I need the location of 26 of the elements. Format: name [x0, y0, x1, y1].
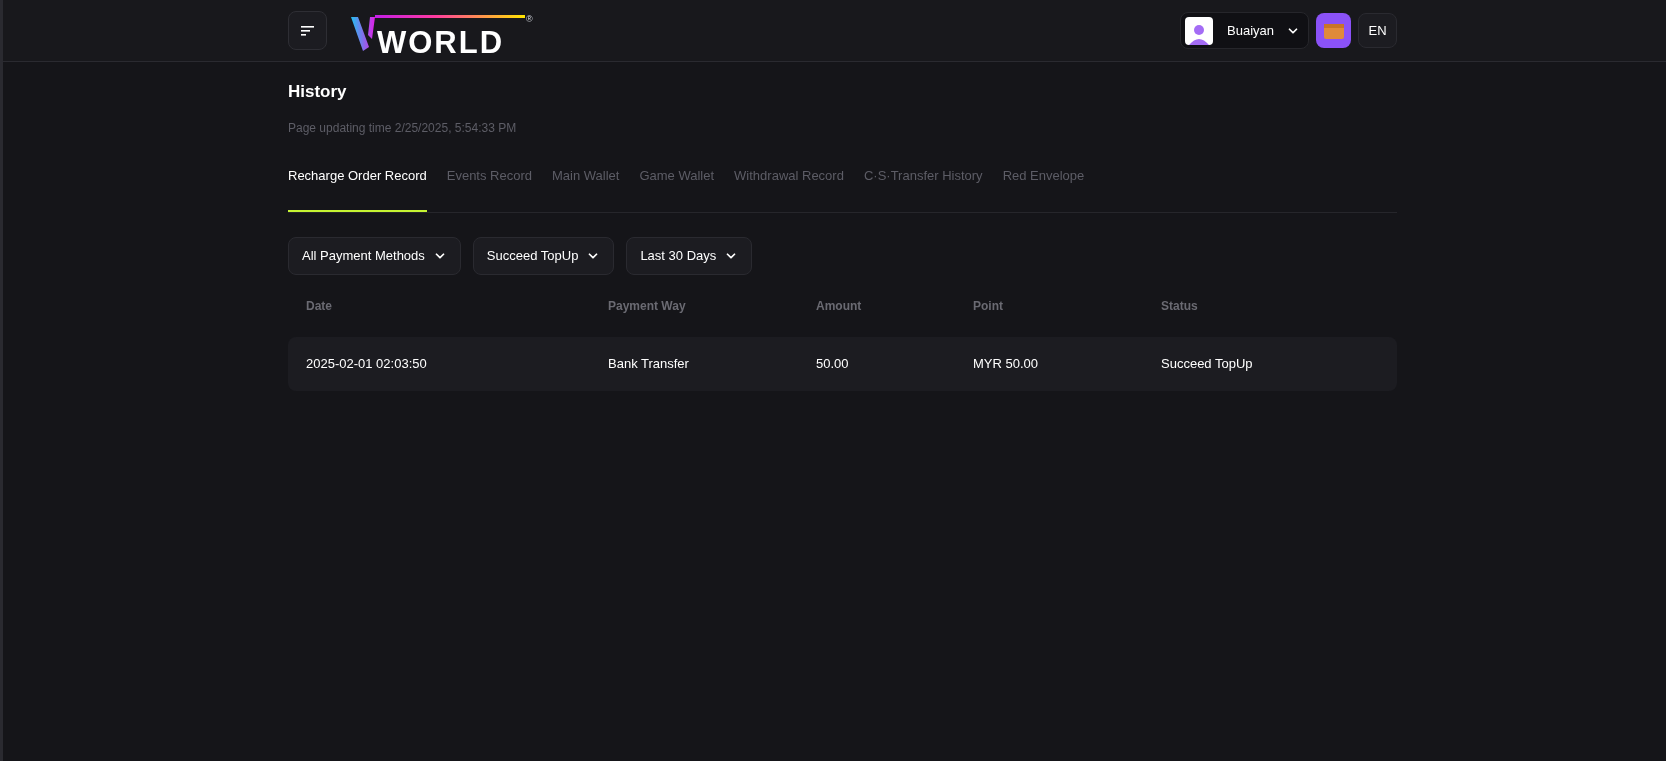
table-cell-text: Bank Transfer: [608, 355, 690, 374]
page-title: History: [288, 81, 348, 103]
logo-text: WORLD: [377, 26, 506, 58]
filter-dropdown[interactable]: All Payment Methods: [288, 237, 461, 275]
column-header: Amount: [816, 298, 863, 315]
registered-mark: ®: [526, 14, 533, 24]
column-header: Status: [1161, 298, 1199, 315]
logo-v-drawing: [351, 14, 375, 51]
tab[interactable]: Recharge Order Record: [288, 161, 427, 212]
user-menu-button[interactable]: Buaiyan: [1180, 12, 1309, 49]
table-cell-text: 2025-02-01 02:03:50: [306, 355, 428, 374]
filter-dropdown[interactable]: Last 30 Days: [626, 237, 753, 275]
update-time-text: Page updating time 2/25/2025, 5:54:33 PM: [288, 119, 518, 137]
language-button[interactable]: EN: [1358, 13, 1397, 48]
column-header: Point: [973, 298, 1004, 315]
table-cell-text: 50.00: [816, 355, 850, 374]
table-cell-text: Succeed TopUp: [1161, 355, 1254, 374]
table-cell-text: MYR 50.00: [973, 355, 1040, 374]
wallet-icon: [1322, 21, 1345, 40]
menu-button[interactable]: [288, 11, 327, 50]
wallet-button[interactable]: [1316, 13, 1351, 48]
filter-dropdown[interactable]: Succeed TopUp: [472, 237, 615, 275]
menu-icon: [299, 24, 316, 37]
avatar-icon: [1185, 16, 1213, 45]
column-header: Date: [306, 298, 333, 315]
column-header: Payment Way: [608, 298, 687, 315]
